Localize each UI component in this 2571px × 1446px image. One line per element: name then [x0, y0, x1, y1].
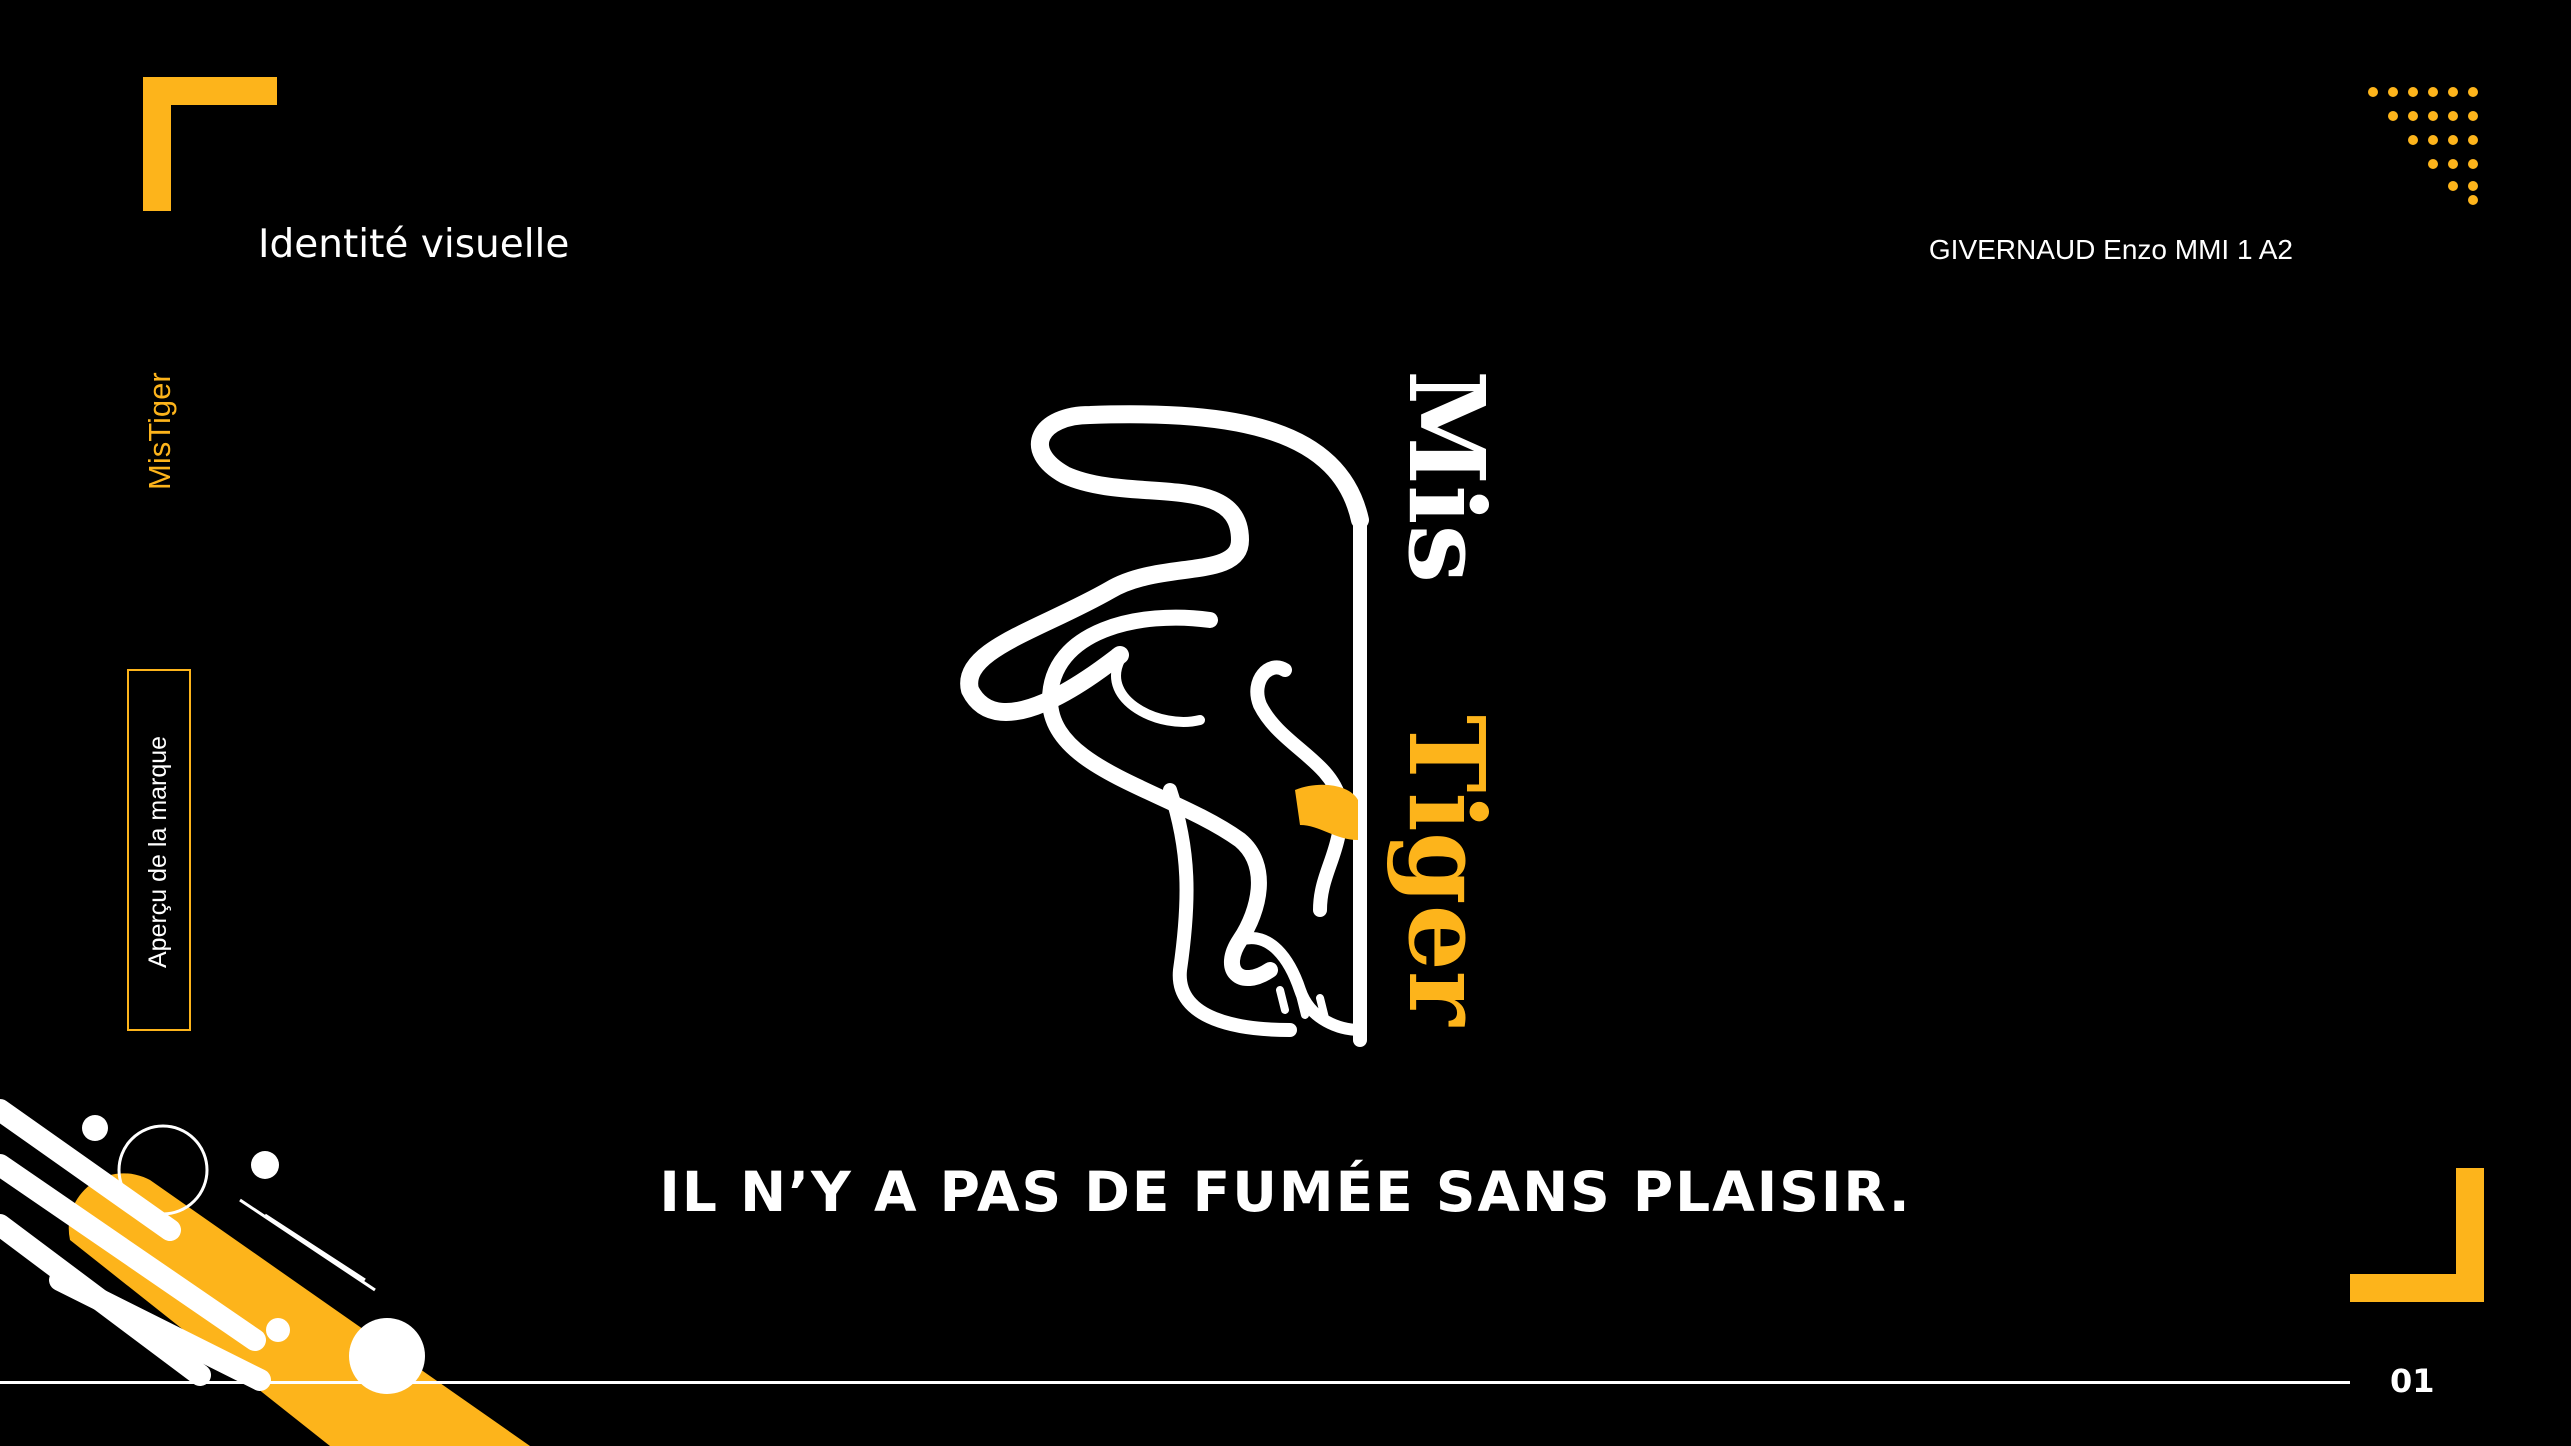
dot-pattern-decoration [2368, 87, 2478, 205]
wordmark-tiger: Tiger [1385, 715, 1508, 1027]
brand-side-label: MisTiger [142, 372, 177, 490]
mistiger-logo: Mis Tiger [960, 370, 1508, 1047]
corner-bracket-bottom-right [2350, 1168, 2484, 1302]
tiger-smoke-icon [960, 405, 1369, 1047]
author-label: GIVERNAUD Enzo MMI 1 A2 [1928, 234, 2293, 265]
section-label: Aperçu de la marque [144, 735, 172, 968]
footer-divider [0, 1381, 2350, 1384]
wordmark: Mis Tiger [1385, 370, 1508, 1027]
tiger-eye-accent [1295, 784, 1358, 840]
corner-bracket-top-left [143, 77, 277, 211]
wordmark-mis: Mis [1385, 370, 1508, 583]
page-title: Identité visuelle [258, 222, 570, 267]
stripes-decoration [0, 1099, 530, 1446]
page-number: 01 [2390, 1362, 2435, 1400]
slide: Identité visuelle GIVERNAUD Enzo MMI 1 A… [0, 0, 2571, 1446]
